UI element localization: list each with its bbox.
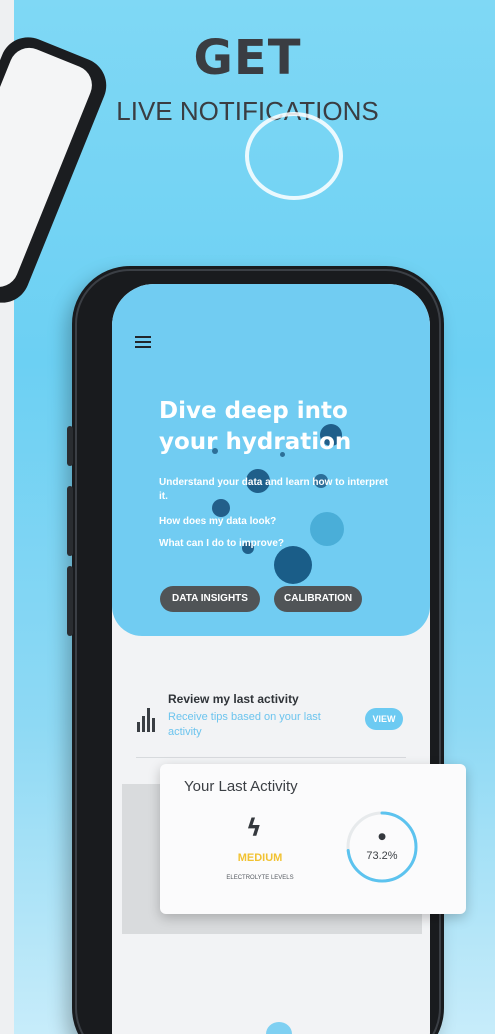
calibration-button[interactable]: CALIBRATION bbox=[274, 586, 362, 612]
bubble bbox=[274, 546, 312, 584]
hero-question-1: How does my data look? bbox=[159, 516, 277, 527]
phone-frame: Dive deep into your hydration Understand… bbox=[67, 266, 444, 1034]
hero-question-2: What can I do to improve? bbox=[159, 538, 285, 549]
hero-title: Dive deep into your hydration bbox=[159, 398, 352, 455]
phone-volume-up bbox=[67, 486, 73, 556]
drop-icon: ● bbox=[378, 832, 386, 842]
electrolyte-level-caption: ELECTROLYTE LEVELS bbox=[226, 875, 294, 881]
headline: GET bbox=[193, 30, 302, 86]
decorative-ring bbox=[245, 112, 343, 200]
data-insights-button[interactable]: DATA INSIGHTS bbox=[160, 586, 260, 612]
bubble bbox=[310, 512, 344, 546]
hydration-percent: 73.2% bbox=[366, 850, 398, 862]
promo-screen: GET LIVE NOTIFICATIONS Dive deep into yo… bbox=[0, 0, 495, 1034]
divider bbox=[136, 757, 406, 758]
activity-title: Review my last activity bbox=[168, 692, 299, 706]
card-title: Your Last Activity bbox=[184, 778, 298, 795]
view-button[interactable]: VIEW bbox=[365, 708, 403, 730]
hero-panel: Dive deep into your hydration Understand… bbox=[112, 284, 430, 636]
menu-icon[interactable] bbox=[135, 336, 151, 348]
bar-chart-icon bbox=[137, 708, 159, 732]
bolt-icon: ϟ bbox=[246, 814, 262, 842]
electrolyte-level-value: MEDIUM bbox=[237, 852, 283, 864]
activity-subtitle: Receive tips based on your last activity bbox=[168, 711, 321, 738]
phone-volume-down bbox=[67, 566, 73, 636]
last-activity-card[interactable]: Your Last Activity ϟ MEDIUM ELECTROLYTE … bbox=[160, 764, 466, 914]
phone-screen: Dive deep into your hydration Understand… bbox=[112, 284, 430, 1034]
hydration-gauge bbox=[346, 811, 418, 883]
hero-text: Understand your data and learn how to in… bbox=[159, 477, 388, 502]
subheadline: LIVE NOTIFICATIONS bbox=[116, 96, 379, 126]
phone-side-button bbox=[67, 426, 73, 466]
